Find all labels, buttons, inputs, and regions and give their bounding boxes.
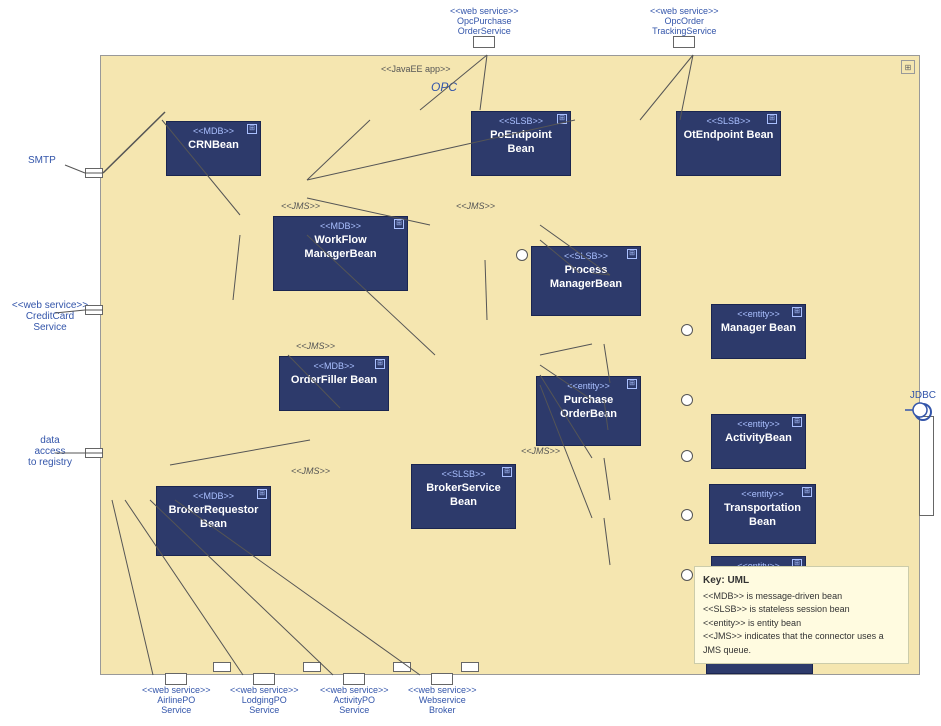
- manager-bean[interactable]: ⊞ <<entity>> Manager Bean: [711, 304, 806, 359]
- lollipop-creditcard: [681, 569, 693, 581]
- activity-bean[interactable]: ⊞ <<entity>> ActivityBean: [711, 414, 806, 469]
- dataaccess-connector: [85, 448, 103, 458]
- transportation-icon: ⊞: [802, 487, 812, 497]
- purchase-order-bean[interactable]: ⊞ <<entity>> Purchase OrderBean: [536, 376, 641, 446]
- webservice-broker: <<web service>> Webservice Broker: [408, 673, 477, 715]
- bottom-connector-4: [461, 662, 479, 672]
- airlinepo-service: <<web service>> AirlinePO Service: [142, 673, 211, 715]
- brokerrequestor-icon: ⊞: [257, 489, 267, 499]
- data-access-label: data access to registry: [5, 435, 95, 468]
- creditcard-connector: [85, 305, 103, 315]
- activity-icon: ⊞: [792, 417, 802, 427]
- orderfiller-icon: ⊞: [375, 359, 385, 369]
- diagram-container: ⊞ <<JavaEE app>> OPC <<JMS>> <<JMS>> <<J…: [0, 0, 941, 726]
- opcorder-rect: [673, 36, 695, 48]
- frame-icon: ⊞: [901, 60, 915, 74]
- activitypo-service: <<web service>> ActivityPO Service: [320, 673, 389, 715]
- otendpoint-icon: ⊞: [767, 114, 777, 124]
- smtp-connector: [85, 168, 103, 178]
- orderfiller-bean[interactable]: ⊞ <<MDB>> OrderFiller Bean: [279, 356, 389, 411]
- poendpoint-icon: ⊞: [557, 114, 567, 124]
- otendpoint-bean[interactable]: ⊞ <<SLSB>> OtEndpoint Bean: [676, 111, 781, 176]
- manager-icon: ⊞: [792, 307, 802, 317]
- bottom-connector-2: [303, 662, 321, 672]
- crn-bean[interactable]: ⊞ <<MDB>> CRNBean: [166, 121, 261, 176]
- jms-label-5: <<JMS>>: [291, 466, 330, 476]
- key-title: Key: UML: [703, 573, 900, 588]
- activitypo-rect: [343, 673, 365, 685]
- key-item-3: <<entity>> is entity bean: [703, 617, 900, 631]
- jms-label-1: <<JMS>>: [281, 201, 320, 211]
- crn-icon: ⊞: [247, 124, 257, 134]
- lollipop-po: [516, 249, 528, 261]
- process-icon: ⊞: [627, 249, 637, 259]
- jdbc-label: JDBC: [910, 390, 936, 423]
- jms-label-4: <<JMS>>: [521, 446, 560, 456]
- jdbc-circle: [914, 403, 932, 421]
- lollipop-manager: [681, 324, 693, 336]
- jdbc-connector: [919, 416, 934, 516]
- transportation-bean[interactable]: ⊞ <<entity>> Transportation Bean: [709, 484, 816, 544]
- smtp-label: SMTP: [28, 155, 56, 166]
- bottom-connector-3: [393, 662, 411, 672]
- workflow-icon: ⊞: [394, 219, 404, 229]
- process-manager-bean[interactable]: ⊞ <<SLSB>> Process ManagerBean: [531, 246, 641, 316]
- opcpurchase-service: <<web service>> OpcPurchase OrderService: [450, 6, 519, 48]
- brokerservice-bean[interactable]: ⊞ <<SLSB>> BrokerService Bean: [411, 464, 516, 529]
- purchase-icon: ⊞: [627, 379, 637, 389]
- lollipop-lodging: [681, 509, 693, 521]
- javaee-label: <<JavaEE app>>: [381, 64, 451, 74]
- key-box: Key: UML <<MDB>> is message-driven bean …: [694, 566, 909, 665]
- main-frame: ⊞ <<JavaEE app>> OPC <<JMS>> <<JMS>> <<J…: [100, 55, 920, 675]
- webservicebroker-rect: [431, 673, 453, 685]
- key-item-1: <<MDB>> is message-driven bean: [703, 590, 900, 604]
- lollipop-transportation: [681, 450, 693, 462]
- brokerrequestor-bean[interactable]: ⊞ <<MDB>> BrokerRequestor Bean: [156, 486, 271, 556]
- workflow-bean[interactable]: ⊞ <<MDB>> WorkFlow ManagerBean: [273, 216, 408, 291]
- jms-label-3: <<JMS>>: [296, 341, 335, 351]
- lollipop-activity: [681, 394, 693, 406]
- opc-label: OPC: [431, 80, 457, 94]
- brokerservice-icon: ⊞: [502, 467, 512, 477]
- key-item-2: <<SLSB>> is stateless session bean: [703, 603, 900, 617]
- bottom-connector-1: [213, 662, 231, 672]
- lodgingpo-rect: [253, 673, 275, 685]
- key-item-4: <<JMS>> indicates that the connector use…: [703, 630, 900, 657]
- creditcard-service-label: <<web service>> CreditCard Service: [5, 300, 95, 333]
- airlinepo-rect: [165, 673, 187, 685]
- lodgingpo-service: <<web service>> LodgingPO Service: [230, 673, 299, 715]
- opcpurchase-rect: [473, 36, 495, 48]
- jms-label-2: <<JMS>>: [456, 201, 495, 211]
- opcorder-service: <<web service>> OpcOrder TrackingService: [650, 6, 719, 48]
- poendpoint-bean[interactable]: ⊞ <<SLSB>> PoEndpoint Bean: [471, 111, 571, 176]
